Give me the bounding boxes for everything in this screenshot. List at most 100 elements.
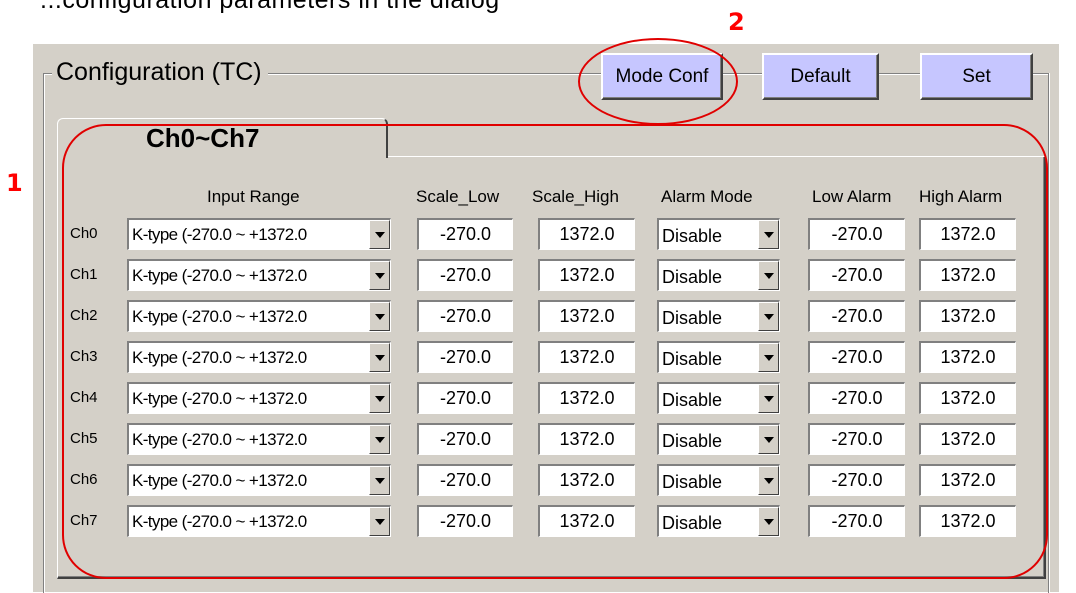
scale-high-input[interactable]: 1372.0 [538, 382, 635, 414]
annotation-marker-2: 2 [728, 8, 745, 36]
chevron-down-icon[interactable] [369, 261, 390, 290]
low-alarm-input[interactable]: -270.0 [808, 218, 905, 250]
channel-label: Ch3 [70, 348, 98, 365]
alarm-mode-value: Disable [662, 472, 723, 492]
alarm-mode-value: Disable [662, 267, 723, 287]
channel-label: Ch2 [70, 307, 98, 324]
low-alarm-input[interactable]: -270.0 [808, 341, 905, 373]
input-range-value: K-type (-270.0 ~ +1372.0 [132, 307, 307, 326]
scale-low-input[interactable]: -270.0 [417, 382, 513, 414]
high-alarm-input[interactable]: 1372.0 [919, 505, 1016, 537]
channel-label: Ch5 [70, 430, 98, 447]
input-range-select[interactable]: K-type (-270.0 ~ +1372.0 [127, 259, 391, 291]
alarm-mode-select[interactable]: Disable [657, 300, 780, 332]
input-range-select[interactable]: K-type (-270.0 ~ +1372.0 [127, 382, 391, 414]
input-range-value: K-type (-270.0 ~ +1372.0 [132, 266, 307, 285]
chevron-down-icon[interactable] [369, 384, 390, 413]
low-alarm-input[interactable]: -270.0 [808, 259, 905, 291]
high-alarm-input[interactable]: 1372.0 [919, 218, 1016, 250]
high-alarm-input[interactable]: 1372.0 [919, 300, 1016, 332]
set-button[interactable]: Set [920, 53, 1033, 100]
alarm-mode-select[interactable]: Disable [657, 218, 780, 250]
scale-high-input[interactable]: 1372.0 [538, 423, 635, 455]
low-alarm-input[interactable]: -270.0 [808, 423, 905, 455]
chevron-down-icon[interactable] [369, 220, 390, 249]
alarm-mode-value: Disable [662, 431, 723, 451]
chevron-down-icon[interactable] [758, 425, 779, 454]
header-high-alarm: High Alarm [919, 187, 1003, 206]
input-range-value: K-type (-270.0 ~ +1372.0 [132, 471, 307, 490]
alarm-mode-value: Disable [662, 390, 723, 410]
default-button[interactable]: Default [762, 53, 879, 100]
high-alarm-input[interactable]: 1372.0 [919, 464, 1016, 496]
chevron-down-icon[interactable] [369, 507, 390, 536]
group-title: Configuration (TC) [52, 55, 268, 89]
scale-low-input[interactable]: -270.0 [417, 259, 513, 291]
mode-conf-button[interactable]: Mode Conf [601, 53, 723, 100]
low-alarm-input[interactable]: -270.0 [808, 464, 905, 496]
input-range-select[interactable]: K-type (-270.0 ~ +1372.0 [127, 423, 391, 455]
channel-label: Ch1 [70, 266, 98, 283]
chevron-down-icon[interactable] [758, 261, 779, 290]
high-alarm-input[interactable]: 1372.0 [919, 341, 1016, 373]
alarm-mode-select[interactable]: Disable [657, 341, 780, 373]
scale-low-input[interactable]: -270.0 [417, 218, 513, 250]
header-alarm-mode: Alarm Mode [661, 187, 753, 206]
chevron-down-icon[interactable] [369, 343, 390, 372]
channel-label: Ch4 [70, 389, 98, 406]
input-range-value: K-type (-270.0 ~ +1372.0 [132, 348, 307, 367]
header-scale-low: Scale_Low [416, 187, 500, 206]
scale-low-input[interactable]: -270.0 [417, 505, 513, 537]
scale-low-input[interactable]: -270.0 [417, 423, 513, 455]
chevron-down-icon[interactable] [758, 343, 779, 372]
low-alarm-input[interactable]: -270.0 [808, 300, 905, 332]
input-range-select[interactable]: K-type (-270.0 ~ +1372.0 [127, 300, 391, 332]
chevron-down-icon[interactable] [369, 466, 390, 495]
alarm-mode-value: Disable [662, 226, 723, 246]
scale-high-input[interactable]: 1372.0 [538, 300, 635, 332]
chevron-down-icon[interactable] [369, 302, 390, 331]
high-alarm-input[interactable]: 1372.0 [919, 423, 1016, 455]
scale-high-input[interactable]: 1372.0 [538, 341, 635, 373]
scale-high-input[interactable]: 1372.0 [538, 464, 635, 496]
channel-label: Ch0 [70, 225, 98, 242]
alarm-mode-select[interactable]: Disable [657, 423, 780, 455]
chevron-down-icon[interactable] [758, 466, 779, 495]
low-alarm-input[interactable]: -270.0 [808, 382, 905, 414]
caption-text: ...configuration parameters in the dialo… [40, 0, 500, 14]
chevron-down-icon[interactable] [758, 507, 779, 536]
input-range-value: K-type (-270.0 ~ +1372.0 [132, 512, 307, 531]
scale-high-input[interactable]: 1372.0 [538, 218, 635, 250]
input-range-select[interactable]: K-type (-270.0 ~ +1372.0 [127, 505, 391, 537]
header-scale-high: Scale_High [532, 187, 619, 206]
alarm-mode-select[interactable]: Disable [657, 505, 780, 537]
chevron-down-icon[interactable] [758, 220, 779, 249]
alarm-mode-value: Disable [662, 308, 723, 328]
scale-low-input[interactable]: -270.0 [417, 300, 513, 332]
chevron-down-icon[interactable] [758, 384, 779, 413]
tab-label: Ch0~Ch7 [146, 123, 260, 153]
high-alarm-input[interactable]: 1372.0 [919, 382, 1016, 414]
input-range-select[interactable]: K-type (-270.0 ~ +1372.0 [127, 464, 391, 496]
header-input-range: Input Range [207, 187, 300, 206]
annotation-marker-1: 1 [6, 169, 23, 197]
high-alarm-input[interactable]: 1372.0 [919, 259, 1016, 291]
input-range-value: K-type (-270.0 ~ +1372.0 [132, 225, 307, 244]
alarm-mode-value: Disable [662, 349, 723, 369]
scale-high-input[interactable]: 1372.0 [538, 259, 635, 291]
alarm-mode-select[interactable]: Disable [657, 382, 780, 414]
scale-high-input[interactable]: 1372.0 [538, 505, 635, 537]
input-range-select[interactable]: K-type (-270.0 ~ +1372.0 [127, 341, 391, 373]
chevron-down-icon[interactable] [369, 425, 390, 454]
low-alarm-input[interactable]: -270.0 [808, 505, 905, 537]
tab-ch0-ch7[interactable]: Ch0~Ch7 [57, 118, 388, 158]
input-range-select[interactable]: K-type (-270.0 ~ +1372.0 [127, 218, 391, 250]
input-range-value: K-type (-270.0 ~ +1372.0 [132, 430, 307, 449]
chevron-down-icon[interactable] [758, 302, 779, 331]
alarm-mode-select[interactable]: Disable [657, 464, 780, 496]
scale-low-input[interactable]: -270.0 [417, 341, 513, 373]
alarm-mode-select[interactable]: Disable [657, 259, 780, 291]
scale-low-input[interactable]: -270.0 [417, 464, 513, 496]
alarm-mode-value: Disable [662, 513, 723, 533]
channel-label: Ch6 [70, 471, 98, 488]
